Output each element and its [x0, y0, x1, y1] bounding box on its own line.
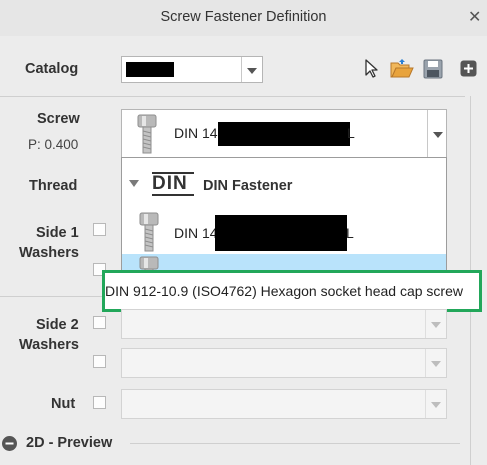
side1-washers-label: Washers	[19, 245, 79, 261]
window-title: Screw Fastener Definition	[160, 9, 327, 25]
preview-separator	[130, 443, 460, 444]
side2-washer2-select[interactable]	[121, 348, 447, 378]
group-label: DIN Fastener	[203, 178, 293, 194]
side1-washer1-checkbox[interactable]	[93, 223, 106, 236]
list-item-suffix: L	[346, 225, 354, 241]
screw-label: Screw	[37, 111, 80, 127]
catalog-label: Catalog	[25, 61, 79, 77]
close-icon[interactable]: ✕	[468, 7, 481, 27]
side2-washer1-checkbox[interactable]	[93, 316, 106, 329]
nut-select[interactable]	[121, 389, 447, 419]
din-logo-icon: DIN	[152, 172, 194, 196]
group-collapse-icon[interactable]	[129, 180, 139, 188]
folder-open-icon[interactable]	[390, 59, 414, 79]
plus-square-icon[interactable]	[460, 60, 477, 77]
list-item[interactable]: DIN 14 L	[122, 210, 446, 254]
screw-select[interactable]: DIN 14 L	[121, 109, 447, 158]
redacted-catalog-value	[126, 62, 174, 77]
din-logo-text: DIN	[152, 173, 188, 194]
screw-dropdown-arrow[interactable]	[427, 110, 446, 157]
middle-separator	[0, 296, 105, 297]
side2-washer2-checkbox[interactable]	[93, 355, 106, 368]
side2-washer1-arrow[interactable]	[425, 310, 446, 338]
catalog-select[interactable]	[121, 56, 263, 83]
screw-icon	[136, 114, 158, 154]
side2-washer1-select[interactable]	[121, 309, 447, 339]
nut-checkbox[interactable]	[93, 396, 106, 409]
side2-washer2-arrow[interactable]	[425, 349, 446, 377]
thread-label: Thread	[29, 178, 78, 194]
pitch-value: P: 0.400	[28, 137, 79, 152]
side1-label: Side 1	[36, 225, 79, 241]
redacted-item-value	[215, 215, 347, 251]
catalog-dropdown-arrow[interactable]	[241, 57, 262, 82]
redacted-screw-value	[218, 122, 350, 146]
nut-label: Nut	[51, 396, 76, 412]
preview-section-title: 2D - Preview	[26, 435, 113, 451]
save-disk-icon[interactable]	[423, 59, 443, 79]
screw-value-prefix: DIN 14	[174, 125, 218, 141]
catalog-separator	[0, 96, 465, 97]
side2-label: Side 2	[36, 317, 79, 333]
screw-dropdown-list[interactable]: DIN DIN Fastener DIN 14 L	[121, 157, 447, 277]
minus-circle-icon[interactable]	[2, 436, 17, 451]
cursor-arrow-icon[interactable]	[364, 59, 380, 79]
screw-icon	[138, 212, 160, 252]
side2-washers-label: Washers	[19, 337, 79, 353]
list-item-prefix: DIN 14	[174, 225, 218, 241]
screw-value-suffix: L	[347, 125, 355, 141]
selected-item-tooltip: DIN 912-10.9 (ISO4762) Hexagon socket he…	[102, 270, 482, 312]
nut-dropdown-arrow[interactable]	[425, 390, 446, 418]
